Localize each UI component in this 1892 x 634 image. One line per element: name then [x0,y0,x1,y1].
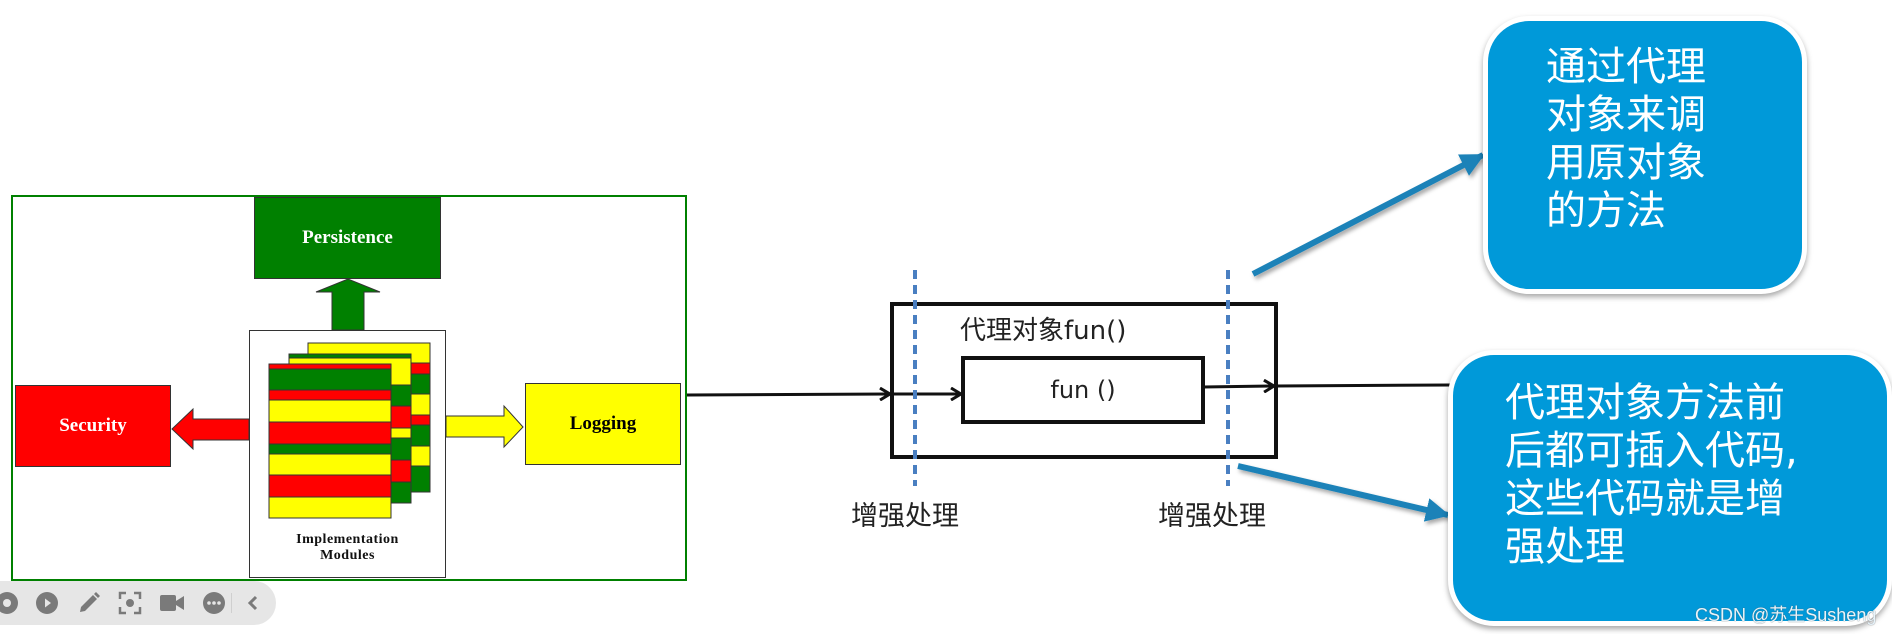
watermark: CSDN @苏生Susheng [1695,605,1877,625]
record-icon[interactable] [0,590,20,616]
more-icon[interactable] [201,590,227,616]
callout-bottom-line: 这些代码就是增 [1505,476,1785,522]
callout-bottom-line: 强处理 [1505,524,1625,570]
callout-top-line: 用原对象 [1546,140,1706,186]
video-camera-icon[interactable] [159,590,185,616]
collapse-chevron-icon[interactable] [240,590,266,616]
enhance-before-label: 增强处理 [851,501,959,532]
callout-top-line: 的方法 [1546,188,1666,234]
output-flow-line [1275,383,1451,388]
pencil-icon[interactable] [76,590,102,616]
fun-label: fun () [1050,376,1116,404]
callout-top-line: 对象来调 [1546,92,1706,138]
proxy-object-label: 代理对象fun() [960,316,1127,346]
floating-toolbar [0,581,276,625]
callout-bubble-top: 通过代理 对象来调 用原对象 的方法 [1483,16,1807,294]
callout-arrow-bottom [1237,463,1450,522]
callout-bottom-line: 后都可插入代码, [1505,428,1798,474]
play-icon[interactable] [34,590,60,616]
callout-arrow-top [1251,152,1485,277]
enhance-after-label: 增强处理 [1158,501,1266,532]
callout-bottom-line: 代理对象方法前 [1505,380,1785,426]
input-flow-line [686,394,890,395]
exit-fun-line [1202,386,1274,387]
toolbar-divider [231,593,232,613]
callout-top-line: 通过代理 [1546,44,1706,90]
callout-bubble-bottom: 代理对象方法前 后都可插入代码, 这些代码就是增 强处理 [1448,350,1892,626]
screenshot-icon[interactable] [117,590,143,616]
